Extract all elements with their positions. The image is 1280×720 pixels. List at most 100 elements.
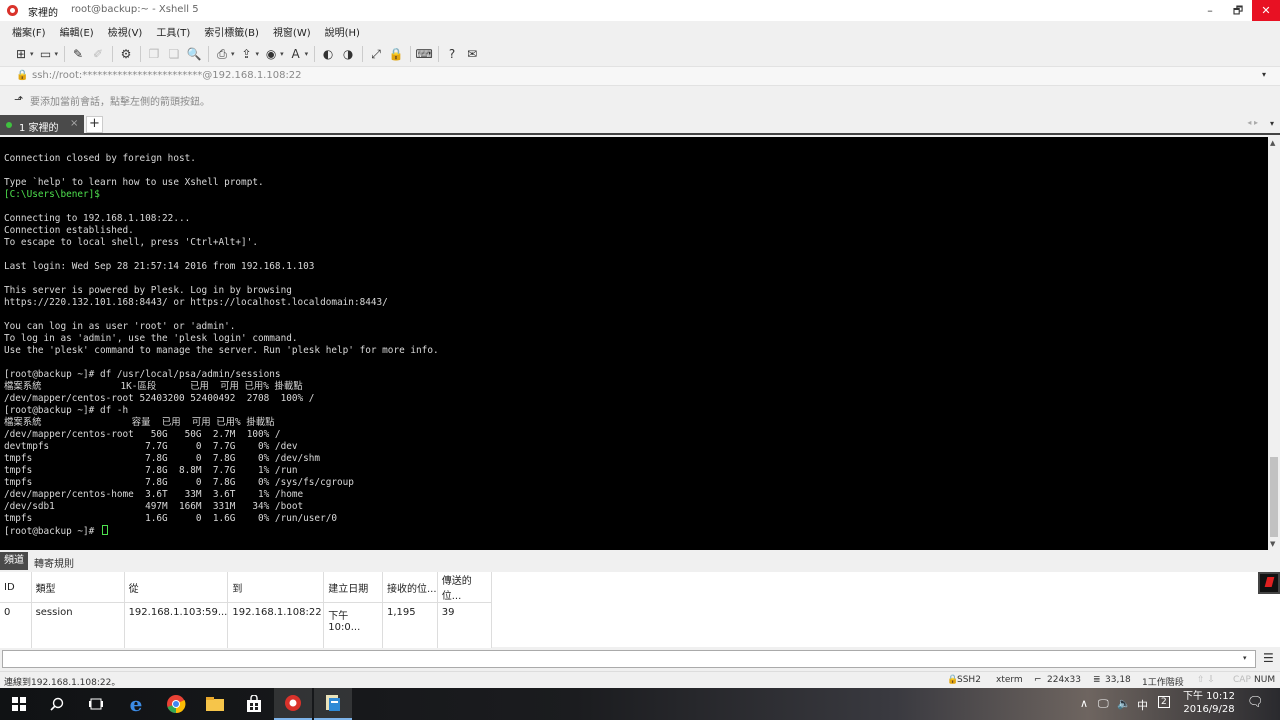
chrome-icon[interactable] (157, 688, 195, 720)
xftp-taskbar-icon[interactable] (314, 688, 352, 720)
add-session-arrow-icon[interactable]: ⬏ (14, 93, 23, 106)
chevron-up-icon[interactable]: ▲ (1270, 139, 1275, 147)
hint-text: 要添加當前會話，點擊左側的箭頭按鈕。 (30, 97, 210, 108)
chevron-down-icon[interactable]: ▼ (1270, 540, 1275, 548)
font-icon[interactable]: A (288, 46, 304, 62)
cursor-position-status: 33,18 (1105, 675, 1131, 685)
menu-window[interactable]: 視窗(W) (270, 24, 314, 39)
chevron-down-icon[interactable]: ▾ (231, 50, 235, 58)
address-bar[interactable]: 🔒 ssh://root:************************@19… (0, 66, 1280, 86)
chevron-down-icon[interactable]: ▾ (305, 50, 309, 58)
chevron-down-icon[interactable]: ▾ (30, 50, 34, 58)
protocol-status: SSH2 (957, 675, 981, 685)
system-clock[interactable]: 下午 10:12 2016/9/28 (1182, 690, 1236, 716)
column-header[interactable]: 傳送的位... (437, 572, 493, 603)
column-header[interactable]: 接收的位... (382, 572, 438, 603)
terminal-scrollbar[interactable]: ▲ ▼ (1268, 137, 1280, 550)
menu-file[interactable]: 檔案(F) (9, 24, 49, 39)
toolbar-divider (362, 46, 364, 62)
edge-browser-icon[interactable]: e (117, 688, 155, 720)
column-header[interactable]: ID (0, 572, 32, 603)
compose-bar: ▾ ☰ (0, 648, 1280, 670)
task-view-icon[interactable] (77, 688, 115, 720)
tab-channels[interactable]: 頻道 (0, 552, 28, 570)
chevron-up-icon[interactable]: ∧ (1080, 697, 1088, 710)
ime-indicator[interactable]: 中 (1137, 697, 1148, 713)
terminal-output[interactable]: Connection closed by foreign host. Type … (0, 137, 1268, 550)
properties-icon[interactable]: ⚙ (118, 46, 134, 62)
menu-tools[interactable]: 工具(T) (153, 24, 193, 39)
reconnect-icon[interactable]: ✎ (70, 46, 86, 62)
close-window-button[interactable]: ✕ (1252, 0, 1280, 21)
clock-date: 2016/9/28 (1183, 704, 1235, 715)
open-folder-icon[interactable]: ▭ (38, 46, 54, 62)
column-header[interactable]: 類型 (31, 572, 125, 603)
column-header[interactable]: 從 (124, 572, 229, 603)
tab-forwarding-rules[interactable]: 轉寄規則 (34, 555, 74, 570)
xftp-icon[interactable]: ◐ (320, 46, 336, 62)
menu-tabs[interactable]: 索引標籤(B) (201, 24, 262, 39)
new-session-icon[interactable]: ⊞ (13, 46, 29, 62)
start-button[interactable] (0, 688, 38, 720)
find-icon[interactable]: 🔍 (186, 46, 202, 62)
session-count-status: 1工作階段 (1142, 678, 1184, 688)
chevron-down-icon[interactable]: ▾ (280, 50, 284, 58)
volume-icon[interactable]: 🔈 (1117, 697, 1131, 710)
address-text[interactable]: ssh://root:************************@192.… (32, 70, 302, 81)
xshell-badge-icon[interactable] (1258, 572, 1280, 594)
globe-icon[interactable]: ◉ (263, 46, 279, 62)
fullscreen-icon[interactable]: ⤢ (368, 46, 384, 62)
window-title: root@backup:~ - Xshell 5 (71, 4, 199, 15)
tab-scroll-arrows-icon[interactable]: ◂ ▸ (1247, 118, 1258, 127)
menu-edit[interactable]: 編輯(E) (57, 24, 97, 39)
disconnect-icon[interactable]: ✐ (90, 46, 106, 62)
copy-icon[interactable]: ❐ (146, 46, 162, 62)
column-header[interactable]: 到 (227, 572, 325, 603)
lock-icon: 🔒 (16, 70, 29, 81)
store-icon[interactable] (235, 688, 273, 720)
xmanager-icon[interactable]: ◑ (340, 46, 356, 62)
menu-view[interactable]: 檢視(V) (105, 24, 146, 39)
menu-icon[interactable]: ☰ (1263, 651, 1274, 665)
file-explorer-icon[interactable] (196, 688, 234, 720)
toolbar: ⊞ ▾ ▭ ▾ ✎ ✐ ⚙ ❐ ❏ 🔍 ⎙ ▾ ⇪ ▾ ◉ ▾ A ▾ ◐ ◑ ⤢ 🔒 ⌨ … (0, 42, 1280, 66)
print-icon[interactable]: ⎙ (214, 46, 230, 62)
compose-input[interactable] (2, 650, 1256, 668)
num-lock-status: NUM (1254, 675, 1276, 685)
input-mode-icon[interactable]: 2 (1158, 696, 1170, 708)
minimize-button[interactable]: – (1196, 0, 1224, 21)
search-icon[interactable] (38, 688, 76, 720)
add-tab-button[interactable]: + (86, 116, 103, 133)
chevron-down-icon[interactable]: ▾ (55, 50, 59, 58)
connection-status: 連線到192.168.1.108:22。 (4, 678, 121, 688)
scrollbar-thumb[interactable] (1270, 457, 1278, 537)
title-bar: 家裡的 root@backup:~ - Xshell 5 – 🗗 ✕ (0, 0, 1280, 21)
column-header[interactable]: 建立日期 (323, 572, 383, 603)
xshell-taskbar-icon[interactable] (274, 688, 312, 720)
tab-session-home[interactable]: 1 家裡的 × (0, 115, 84, 135)
chevron-down-icon[interactable]: ▾ (1262, 70, 1266, 79)
lock-icon[interactable]: 🔒 (388, 46, 404, 62)
chat-icon[interactable]: ✉ (464, 46, 480, 62)
help-icon[interactable]: ? (444, 46, 460, 62)
windows-logo-icon (12, 697, 26, 711)
paste-icon[interactable]: ❏ (166, 46, 182, 62)
menu-bar: 檔案(F) 編輯(E) 檢視(V) 工具(T) 索引標籤(B) 視窗(W) 說明… (0, 21, 1280, 41)
terminal-size-icon: ⌐ (1034, 675, 1042, 685)
action-center-icon[interactable]: 🗨 (1247, 695, 1264, 710)
windows-taskbar: e ∧ 🖵 🔈 中 2 下午 10:12 2016/9/28 🗨 (0, 688, 1280, 720)
toolbar-divider (140, 46, 142, 62)
toolbar-divider (314, 46, 316, 62)
tab-label: 1 家裡的 (19, 123, 59, 134)
close-tab-icon[interactable]: × (70, 118, 78, 129)
network-icon[interactable]: 🖵 (1098, 697, 1109, 711)
chevron-down-icon[interactable]: ▾ (1243, 654, 1247, 662)
xshell-app-icon[interactable] (7, 5, 18, 16)
chevron-down-icon[interactable]: ▾ (256, 50, 260, 58)
chevron-down-icon[interactable]: ▾ (1270, 119, 1274, 128)
transfer-icon[interactable]: ⇪ (239, 46, 255, 62)
restore-button[interactable]: 🗗 (1224, 0, 1252, 21)
terminal-type-status: xterm (996, 675, 1023, 685)
menu-help[interactable]: 說明(H) (322, 24, 363, 39)
keyboard-icon[interactable]: ⌨ (415, 46, 432, 62)
